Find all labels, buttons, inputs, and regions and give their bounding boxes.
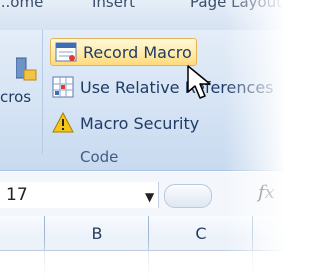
record-macro-button[interactable]: Record Macro — [50, 38, 197, 66]
column-headers: B C — [0, 216, 284, 251]
mouse-pointer-icon — [187, 65, 211, 99]
formula-bar-resize-handle[interactable] — [164, 184, 212, 208]
macros-button[interactable]: cros — [0, 50, 40, 110]
column-header-label: B — [91, 223, 103, 243]
column-header-label: C — [195, 223, 207, 243]
group-separator — [42, 30, 43, 154]
gridline — [252, 251, 253, 276]
name-box[interactable]: 17 ▼ — [0, 182, 159, 208]
tab-insert[interactable]: Insert — [92, 0, 135, 10]
tab-home[interactable]: ...ome — [0, 0, 43, 10]
name-box-value: 17 — [6, 185, 28, 205]
column-header-b[interactable]: B — [44, 216, 149, 250]
excel-window: ...ome Insert Page Layout cros Record Ma… — [0, 0, 284, 276]
ribbon-tabs: ...ome Insert Page Layout — [0, 0, 284, 30]
gridline — [148, 251, 149, 276]
use-relative-references-button[interactable]: Use Relative References — [52, 74, 274, 100]
use-relative-references-label: Use Relative References — [80, 77, 274, 97]
chevron-down-icon[interactable]: ▼ — [145, 190, 154, 204]
insert-function-button[interactable]: fx — [258, 182, 275, 203]
formula-bar: 17 ▼ fx — [0, 172, 284, 217]
gridline — [44, 251, 45, 276]
relative-references-icon — [52, 76, 74, 98]
tab-page-layout[interactable]: Page Layout — [190, 0, 282, 10]
grid-cells[interactable] — [0, 251, 284, 276]
record-macro-icon — [55, 42, 77, 62]
code-group-label: Code — [80, 148, 119, 166]
warning-icon — [52, 112, 74, 133]
column-header-c[interactable]: C — [148, 216, 253, 250]
ribbon-panel: cros Record Macro Use Relative Reference… — [0, 30, 284, 171]
record-macro-label: Record Macro — [83, 42, 192, 62]
macro-security-button[interactable]: Macro Security — [52, 110, 199, 136]
macros-label: cros — [0, 88, 32, 106]
column-header-partial[interactable] — [252, 216, 284, 250]
macro-security-label: Macro Security — [80, 113, 200, 133]
macros-icon — [16, 57, 37, 81]
